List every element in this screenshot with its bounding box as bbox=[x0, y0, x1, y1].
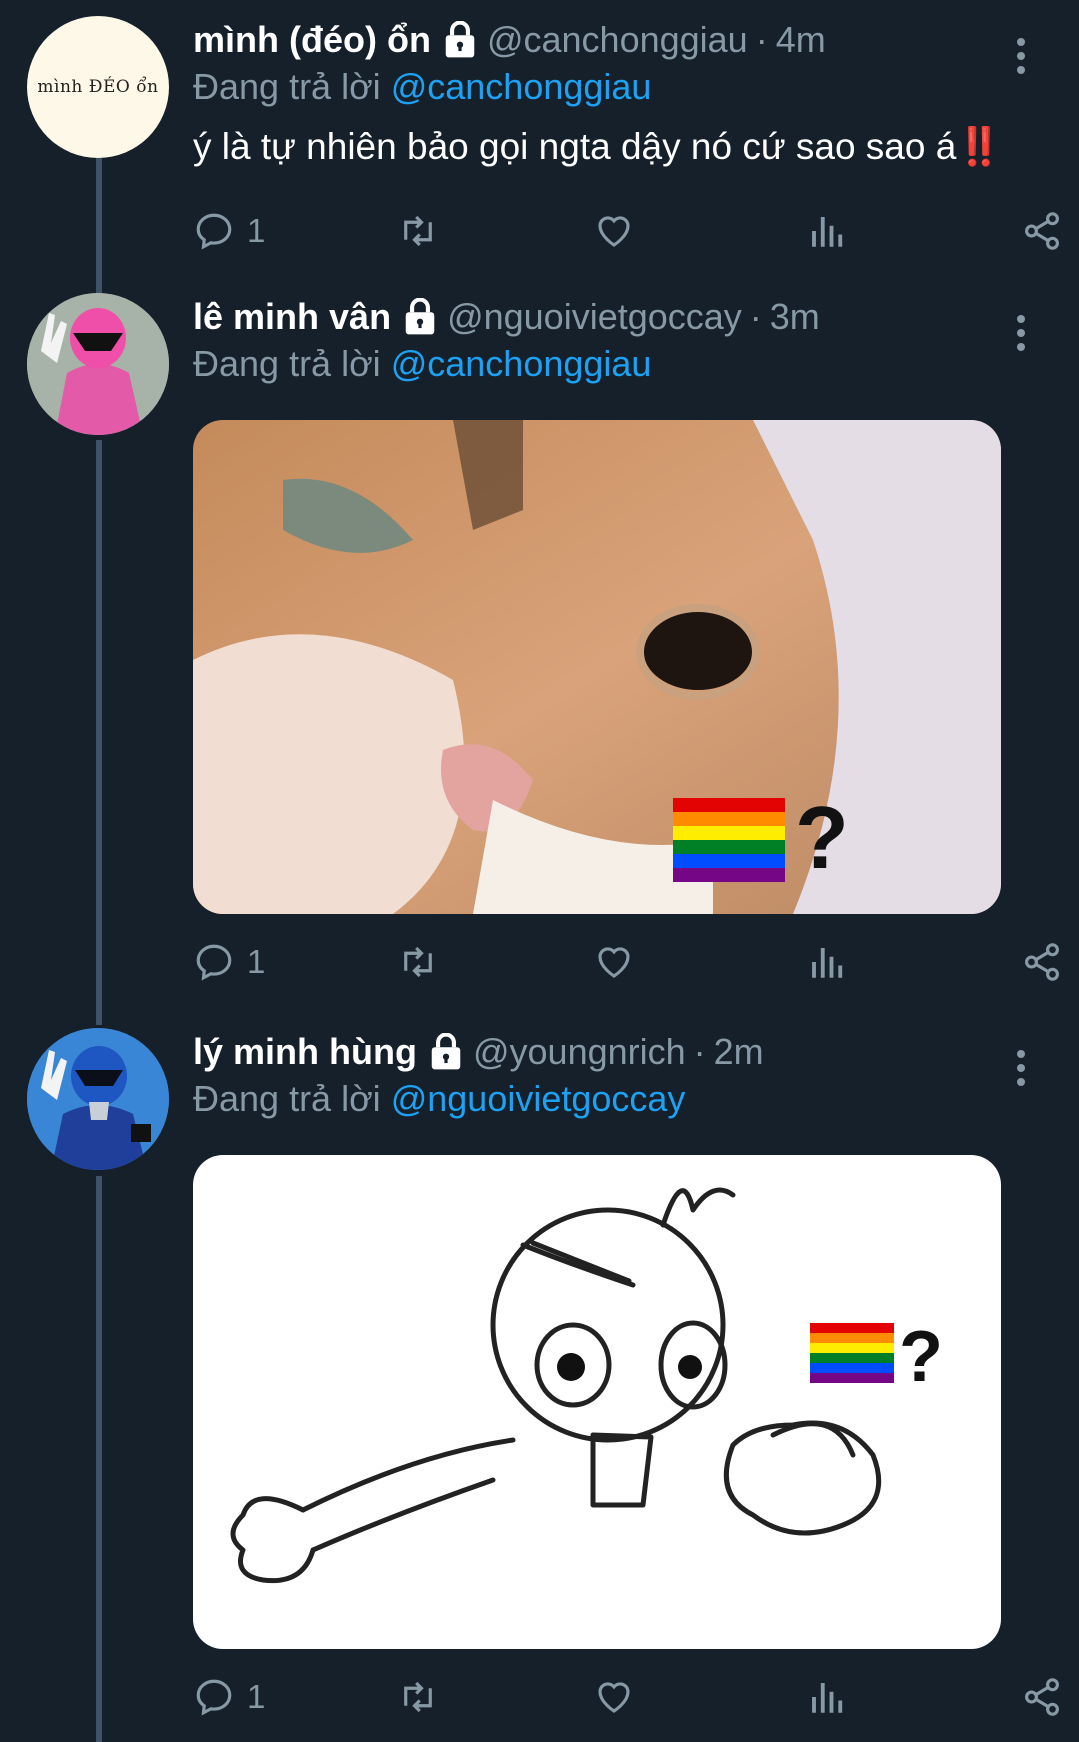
lock-icon bbox=[431, 1033, 461, 1070]
tweet[interactable]: lý minh hùng @youngnrich · 2m Đang trả l… bbox=[0, 1028, 1079, 1742]
display-name[interactable]: lê minh vân bbox=[193, 296, 391, 338]
like-button[interactable] bbox=[593, 937, 635, 987]
reply-count: 1 bbox=[247, 943, 266, 980]
tweet-text-content: ý là tự nhiên bảo gọi ngta dậy nó cứ sao… bbox=[193, 126, 957, 167]
analytics-button[interactable] bbox=[807, 1672, 849, 1722]
angry-pointing-sketch-image: ? bbox=[230, 1187, 943, 1584]
tweet-header: lý minh hùng @youngnrich · 2m bbox=[193, 1028, 1019, 1076]
share-button[interactable] bbox=[1021, 937, 1063, 987]
tweet-actions: 1 bbox=[193, 1672, 1060, 1722]
reply-button[interactable]: 1 bbox=[193, 206, 265, 256]
timestamp[interactable]: 3m bbox=[770, 296, 820, 338]
lock-icon bbox=[445, 21, 475, 58]
reply-icon bbox=[196, 1679, 232, 1716]
avatar[interactable]: mình ĐÉO ổn bbox=[27, 16, 169, 158]
tweet-header: lê minh vân @nguoivietgoccay · 3m bbox=[193, 293, 1019, 341]
reply-to-link[interactable]: @canchonggiau bbox=[391, 343, 652, 384]
tweet-media-sketch-image[interactable]: ? bbox=[193, 1155, 1001, 1649]
share-icon bbox=[1025, 943, 1060, 981]
share-icon bbox=[1025, 1678, 1060, 1716]
retweet-button[interactable] bbox=[397, 937, 439, 987]
user-handle[interactable]: @youngnrich bbox=[473, 1031, 686, 1073]
analytics-icon bbox=[812, 217, 843, 247]
separator-dot: · bbox=[693, 1031, 706, 1072]
reply-icon bbox=[196, 944, 232, 981]
timestamp[interactable]: 4m bbox=[776, 19, 826, 61]
display-name[interactable]: lý minh hùng bbox=[193, 1031, 417, 1073]
retweet-icon bbox=[404, 1681, 433, 1713]
retweet-icon bbox=[404, 215, 433, 247]
tweet-media-cat-image[interactable]: ? bbox=[193, 420, 1001, 914]
like-icon bbox=[598, 947, 630, 978]
double-exclamation-emoji: ‼️ bbox=[956, 126, 1003, 167]
reply-context: Đang trả lời @canchonggiau bbox=[193, 64, 1019, 110]
share-icon bbox=[1025, 212, 1060, 250]
reply-count: 1 bbox=[247, 212, 266, 249]
user-handle[interactable]: @canchonggiau bbox=[487, 19, 748, 61]
like-button[interactable] bbox=[593, 1672, 635, 1722]
reply-context: Đang trả lời @canchonggiau bbox=[193, 341, 1019, 387]
analytics-icon bbox=[812, 1683, 843, 1713]
share-button[interactable] bbox=[1021, 1672, 1063, 1722]
cat-meme-image: ? bbox=[193, 420, 1001, 914]
reply-prefix: Đang trả lời bbox=[193, 1078, 381, 1119]
reply-prefix: Đang trả lời bbox=[193, 343, 381, 384]
media-caption: ? bbox=[899, 1317, 943, 1397]
separator-dot: · bbox=[755, 19, 768, 60]
reply-to-link[interactable]: @canchonggiau bbox=[391, 66, 652, 107]
analytics-icon bbox=[812, 948, 843, 978]
avatar[interactable] bbox=[27, 1028, 169, 1170]
reply-icon bbox=[196, 213, 232, 250]
reply-to-link[interactable]: @nguoivietgoccay bbox=[391, 1078, 686, 1119]
display-name[interactable]: mình (đéo) ổn bbox=[193, 19, 431, 61]
lock-icon bbox=[405, 298, 435, 335]
avatar-image bbox=[27, 1028, 169, 1170]
reply-button[interactable]: 1 bbox=[193, 937, 265, 987]
tweet-text: ý là tự nhiên bảo gọi ngta dậy nó cứ sao… bbox=[193, 124, 1019, 170]
tweet-header: mình (đéo) ổn @canchonggiau · 4m bbox=[193, 16, 1019, 64]
more-vertical-icon[interactable] bbox=[1017, 38, 1027, 74]
like-icon bbox=[598, 216, 630, 247]
user-handle[interactable]: @nguoivietgoccay bbox=[447, 296, 742, 338]
retweet-icon bbox=[404, 946, 433, 978]
retweet-button[interactable] bbox=[397, 1672, 439, 1722]
reply-button[interactable]: 1 bbox=[193, 1672, 265, 1722]
more-vertical-icon[interactable] bbox=[1017, 1050, 1027, 1086]
like-icon bbox=[598, 1682, 630, 1713]
reply-context: Đang trả lời @nguoivietgoccay bbox=[193, 1076, 1019, 1122]
media-caption: ? bbox=[795, 788, 849, 887]
analytics-button[interactable] bbox=[807, 206, 849, 256]
tweet[interactable]: lê minh vân @nguoivietgoccay · 3m Đang t… bbox=[0, 293, 1079, 1013]
tweet-actions: 1 bbox=[193, 937, 1060, 987]
reply-prefix: Đang trả lời bbox=[193, 66, 381, 107]
avatar[interactable] bbox=[27, 293, 169, 435]
avatar-text: mình ĐÉO ổn bbox=[37, 77, 159, 97]
tweet-actions: 1 bbox=[193, 206, 1060, 256]
more-vertical-icon[interactable] bbox=[1017, 315, 1027, 351]
analytics-button[interactable] bbox=[807, 937, 849, 987]
avatar-image bbox=[27, 293, 169, 435]
like-button[interactable] bbox=[593, 206, 635, 256]
reply-count: 1 bbox=[247, 1678, 266, 1715]
tweet[interactable]: mình ĐÉO ổn mình (đéo) ổn @canchonggiau … bbox=[0, 16, 1079, 256]
retweet-button[interactable] bbox=[397, 206, 439, 256]
separator-dot: · bbox=[749, 296, 762, 337]
share-button[interactable] bbox=[1021, 206, 1063, 256]
timestamp[interactable]: 2m bbox=[714, 1031, 764, 1073]
